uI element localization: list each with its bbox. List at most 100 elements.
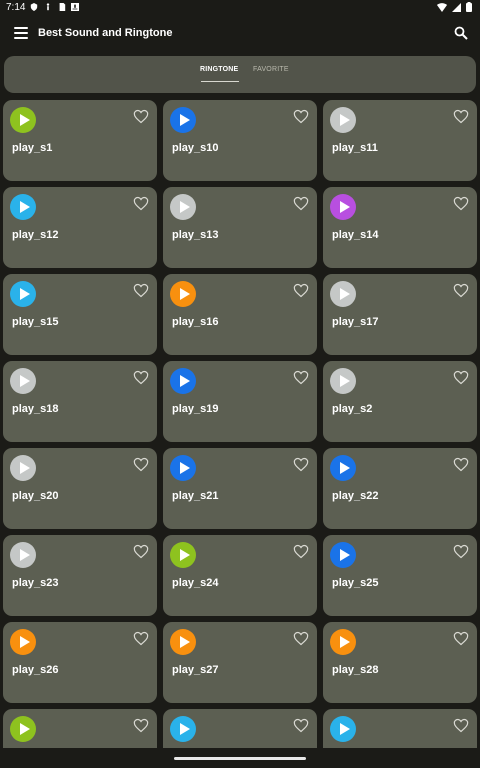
favorite-heart-icon[interactable] [133,631,149,646]
favorite-heart-icon[interactable] [133,457,149,472]
sound-label: play_s15 [12,316,59,328]
favorite-heart-icon[interactable] [133,544,149,559]
play-button[interactable] [170,455,196,481]
play-button[interactable] [330,368,356,394]
sound-card[interactable]: play_s12 [3,187,157,268]
sound-card[interactable]: play_s26 [3,622,157,703]
sound-card[interactable]: play_s16 [163,274,317,355]
sound-label: play_s26 [12,664,59,676]
play-button[interactable] [330,194,356,220]
play-button[interactable] [330,281,356,307]
sound-card[interactable]: play_s25 [323,535,477,616]
favorite-heart-icon[interactable] [453,196,469,211]
sound-card[interactable]: play_s2 [323,361,477,442]
sound-card[interactable]: play_s17 [323,274,477,355]
favorite-heart-icon[interactable] [293,631,309,646]
play-icon [339,723,350,735]
play-button[interactable] [10,194,36,220]
tab-favorite[interactable]: FAVORITE [253,66,289,73]
favorite-heart-icon[interactable] [453,631,469,646]
play-button[interactable] [10,368,36,394]
play-button[interactable] [330,542,356,568]
play-icon [19,723,30,735]
sound-card[interactable]: play_s24 [163,535,317,616]
signal-icon [452,2,461,12]
play-button[interactable] [330,716,356,742]
play-icon [179,462,190,474]
tab-ringtone[interactable]: RINGTONE [200,66,238,73]
favorite-heart-icon[interactable] [293,109,309,124]
favorite-heart-icon[interactable] [453,109,469,124]
sound-card[interactable]: play_s14 [323,187,477,268]
play-button[interactable] [170,368,196,394]
sound-label: play_s25 [332,577,379,589]
play-button[interactable] [10,629,36,655]
sound-card[interactable]: play_s10 [163,100,317,181]
menu-icon[interactable] [14,27,28,41]
favorite-heart-icon[interactable] [133,370,149,385]
navigation-bar [0,748,480,768]
favorite-heart-icon[interactable] [293,196,309,211]
sound-card[interactable]: play_s28 [323,622,477,703]
play-icon [339,288,350,300]
play-button[interactable] [330,455,356,481]
play-button[interactable] [10,716,36,742]
favorite-heart-icon[interactable] [293,370,309,385]
play-button[interactable] [170,281,196,307]
play-button[interactable] [330,629,356,655]
favorite-heart-icon[interactable] [293,283,309,298]
play-icon [339,462,350,474]
favorite-heart-icon[interactable] [453,283,469,298]
favorite-heart-icon[interactable] [133,196,149,211]
play-icon [19,375,30,387]
sound-card[interactable]: play_s1 [3,100,157,181]
play-button[interactable] [170,194,196,220]
play-button[interactable] [170,716,196,742]
sound-label: play_s20 [12,490,59,502]
sound-card[interactable]: play_s21 [163,448,317,529]
favorite-heart-icon[interactable] [453,370,469,385]
play-icon [339,375,350,387]
sound-grid: play_s1 play_s10 play_s11 play_s12 play_s13 p… [3,100,477,748]
sound-card[interactable] [323,709,477,748]
play-button[interactable] [170,629,196,655]
play-button[interactable] [10,542,36,568]
sound-card[interactable]: play_s13 [163,187,317,268]
sound-card[interactable] [163,709,317,748]
favorite-heart-icon[interactable] [133,283,149,298]
sound-card[interactable]: play_s27 [163,622,317,703]
play-icon [19,549,30,561]
sound-label: play_s17 [332,316,379,328]
favorite-heart-icon[interactable] [293,544,309,559]
play-icon [179,549,190,561]
favorite-heart-icon[interactable] [293,718,309,733]
favorite-heart-icon[interactable] [453,544,469,559]
sound-card[interactable]: play_s15 [3,274,157,355]
play-button[interactable] [10,107,36,133]
play-button[interactable] [170,542,196,568]
favorite-heart-icon[interactable] [133,718,149,733]
favorite-heart-icon[interactable] [453,718,469,733]
home-gesture-bar[interactable] [174,757,306,760]
sound-label: play_s24 [172,577,219,589]
favorite-heart-icon[interactable] [133,109,149,124]
favorite-heart-icon[interactable] [453,457,469,472]
sound-card[interactable]: play_s19 [163,361,317,442]
sound-label: play_s16 [172,316,219,328]
play-icon [19,114,30,126]
sound-card[interactable]: play_s22 [323,448,477,529]
play-button[interactable] [170,107,196,133]
sound-label: play_s13 [172,229,219,241]
sound-card[interactable]: play_s20 [3,448,157,529]
favorite-heart-icon[interactable] [293,457,309,472]
play-button[interactable] [10,455,36,481]
play-button[interactable] [330,107,356,133]
play-button[interactable] [10,281,36,307]
app-title: Best Sound and Ringtone [38,27,173,39]
sound-card[interactable]: play_s18 [3,361,157,442]
sound-card[interactable]: play_s11 [323,100,477,181]
sound-card[interactable] [3,709,157,748]
search-icon[interactable] [454,26,468,40]
sound-card[interactable]: play_s23 [3,535,157,616]
download-icon [71,3,79,11]
